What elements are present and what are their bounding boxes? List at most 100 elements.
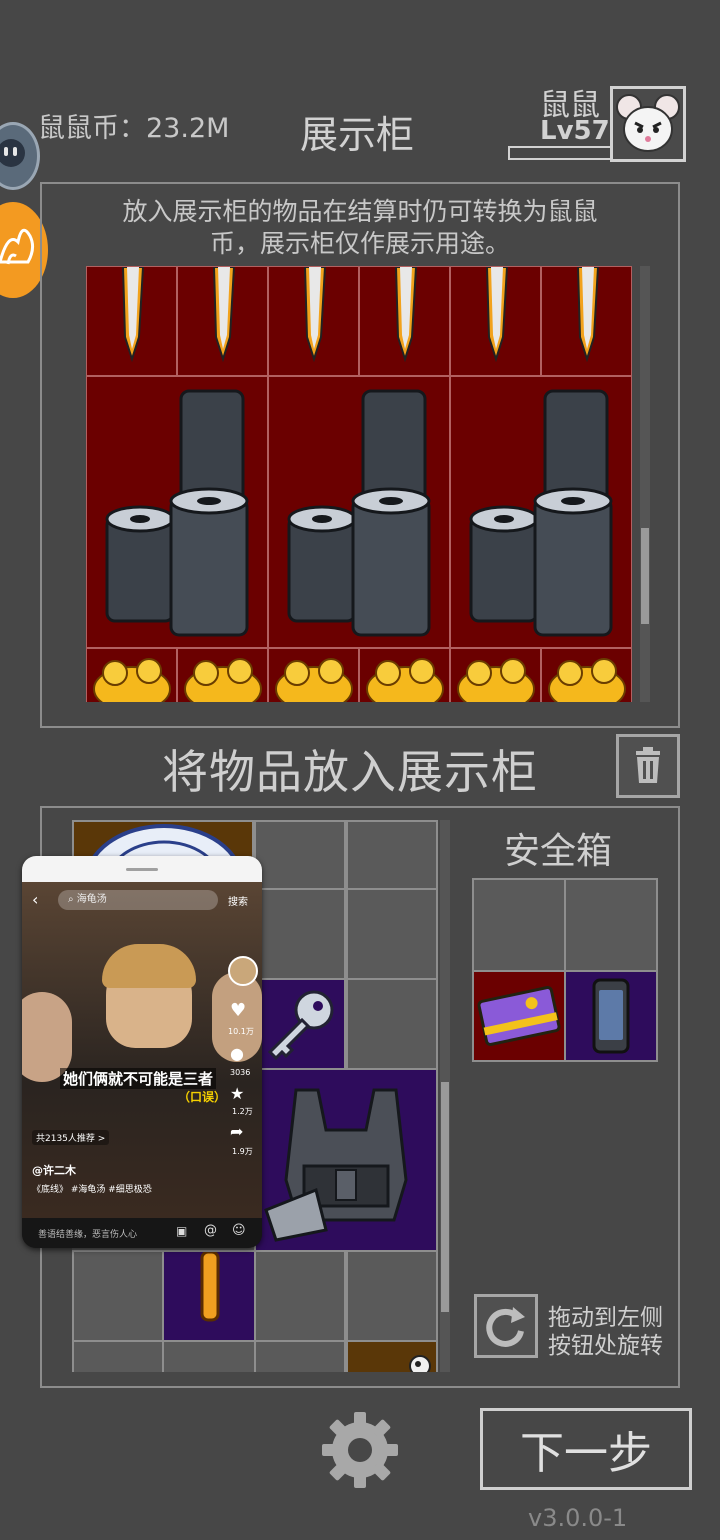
inventory-slot[interactable] [254,1068,438,1252]
inventory-slot[interactable] [346,978,438,1070]
window-top-bar[interactable] [22,856,262,882]
display-slot[interactable] [177,648,268,702]
steel-pipe-item-icon [469,389,613,637]
video-frame[interactable]: ‹ ⌕ 海龟汤 搜索 ♥ 10.1万 ● 3036 ★ 1.2万 ➦ 1.9万 … [22,882,262,1218]
player-level: Lv57 [540,116,610,146]
inventory-scrollbar-thumb[interactable] [441,1082,449,1312]
dagger-item-icon [303,267,327,363]
comment-icon[interactable]: ● [230,1044,244,1063]
stick-item-icon [200,1252,220,1322]
dagger-item-icon [485,267,509,363]
ghost-icon-button[interactable] [0,122,40,190]
inventory-slot[interactable] [346,888,438,980]
display-slot[interactable] [359,648,450,702]
safe-box-slot[interactable] [472,878,566,972]
inventory-slot[interactable] [346,1250,438,1342]
inventory-slot[interactable] [72,1340,164,1372]
recommend-text[interactable]: 共2135人推荐 > [32,1130,110,1145]
trash-button[interactable] [616,734,680,798]
video-caption-sub: （口误） [178,1090,227,1104]
display-grid[interactable] [86,266,632,702]
gold-ingot-item-icon [275,658,353,702]
display-scrollbar-thumb[interactable] [641,528,649,624]
safe-box-slot[interactable] [564,970,658,1062]
steel-pipe-item-icon [287,389,431,637]
display-slot[interactable] [86,648,177,702]
mouse-avatar-icon [616,94,680,152]
display-slot[interactable] [450,376,632,648]
display-slot[interactable] [450,266,541,376]
back-icon[interactable]: ‹ [32,890,38,909]
inventory-slot[interactable] [162,1340,256,1372]
inventory-slot[interactable] [72,1250,164,1342]
key-item-icon [267,990,334,1061]
trash-icon [636,747,660,783]
inventory-slot[interactable] [162,1250,256,1342]
search-button[interactable]: 搜索 [228,893,248,908]
image-icon[interactable]: ▣ [176,1224,187,1238]
comment-input[interactable]: 善语结善缘，恶言伤人心 [38,1227,137,1240]
share-count: 1.9万 [232,1147,253,1156]
favorite-icon[interactable]: ★ [230,1084,244,1103]
ghost-icon [0,139,25,167]
safe-box-title: 安全箱 [504,831,613,872]
display-slot[interactable] [86,376,268,648]
display-slot[interactable] [268,376,450,648]
settings-button[interactable] [318,1408,402,1492]
display-slot[interactable] [359,266,450,376]
gold-ingot-item-icon [184,658,262,702]
skull-item-icon [409,1355,431,1372]
gear-icon [322,1412,398,1488]
safe-box-grid[interactable] [472,878,658,1062]
inventory-slot[interactable] [346,1340,438,1372]
search-text: 海龟汤 [76,894,107,905]
display-scrollbar[interactable] [640,266,650,702]
comment-bar[interactable]: 善语结善缘，恶言伤人心 ▣ @ ☺ [22,1218,262,1248]
player-avatar[interactable] [610,86,686,162]
safe-box-slot[interactable] [472,970,566,1062]
version-label: v3.0.0-1 [528,1504,628,1532]
search-bar[interactable]: ⌕ 海龟汤 [58,890,218,910]
drag-handle[interactable] [126,868,158,871]
inventory-scrollbar[interactable] [440,820,450,1372]
display-slot[interactable] [541,648,632,702]
display-slot[interactable] [268,266,359,376]
access-card-item-icon [477,986,561,1046]
display-slot[interactable] [86,266,177,376]
rotate-button[interactable] [474,1294,538,1358]
inventory-slot[interactable] [254,978,346,1070]
inventory-slot[interactable] [346,820,438,890]
emoji-icon[interactable]: ☺ [232,1223,246,1238]
creator-avatar[interactable] [228,956,258,986]
video-author[interactable]: @许二木 [32,1162,76,1178]
inventory-slot[interactable] [254,820,346,890]
search-icon: ⌕ [68,894,77,905]
dagger-item-icon [394,267,418,363]
inventory-slot[interactable] [254,1250,346,1342]
safe-box-slot[interactable] [564,878,658,972]
like-count: 10.1万 [228,1027,254,1036]
display-slot[interactable] [177,266,268,376]
gold-ingot-item-icon [366,658,444,702]
gold-ingot-item-icon [93,658,171,702]
share-icon[interactable]: ➦ [230,1122,243,1141]
person-hair [102,944,196,988]
dagger-item-icon [121,267,145,363]
display-slot[interactable] [450,648,541,702]
dagger-item-icon [576,267,600,363]
coin-display: 鼠鼠币：23.2M [38,106,229,145]
next-step-button[interactable]: 下一步 [480,1408,692,1490]
display-slot[interactable] [541,266,632,376]
display-slot[interactable] [268,648,359,702]
tactical-vest-item-icon [264,1088,408,1242]
comment-count: 3036 [230,1068,251,1077]
phone-item-icon [592,978,630,1054]
level-underline [508,146,612,160]
mention-icon[interactable]: @ [204,1223,217,1238]
inventory-slot[interactable] [254,1340,346,1372]
like-icon[interactable]: ♥ [230,1000,246,1021]
video-caption-main: 她们俩就不可能是三者 [60,1068,217,1089]
rotate-hint-line2: 按钮处旋转 [548,1333,663,1359]
inventory-slot[interactable] [254,888,346,980]
floating-video-window[interactable]: ‹ ⌕ 海龟汤 搜索 ♥ 10.1万 ● 3036 ★ 1.2万 ➦ 1.9万 … [22,856,262,1248]
